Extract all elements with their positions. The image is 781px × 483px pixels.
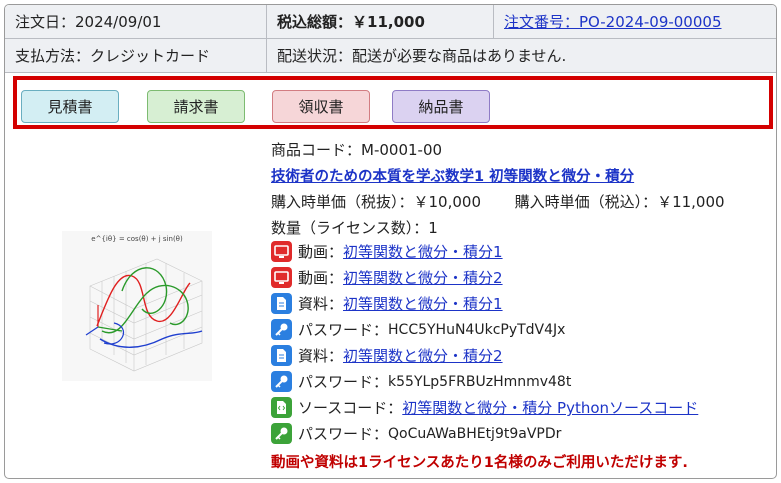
resource-label: パスワード： <box>298 373 389 391</box>
resource-item: 資料： 初等関数と微分・積分2 <box>271 345 503 366</box>
thumbnail-title: e^{iθ} = cos(θ) + j sin(θ) <box>91 235 183 243</box>
resource-item: パスワード： k55YLp5FRBUzHmnmv48t <box>271 371 571 392</box>
shipping-status: 配送状況：配送が必要な商品はありません. <box>266 39 776 72</box>
resource-item: 動画： 初等関数と微分・積分2 <box>271 267 503 288</box>
source-code-link[interactable]: 初等関数と微分・積分 Pythonソースコード <box>402 397 698 418</box>
price-including-tax: 購入時単価（税込）：￥11,000 <box>514 193 725 211</box>
resource-label: 資料： <box>298 347 344 365</box>
order-card: 注文日：2024/09/01 税込総額：￥11,000 注文番号：PO-2024… <box>4 4 777 479</box>
resource-label: 資料： <box>298 295 344 313</box>
resource-item: 資料： 初等関数と微分・積分1 <box>271 293 503 314</box>
video-icon <box>271 241 292 262</box>
resource-item: ソースコード： 初等関数と微分・積分 Pythonソースコード <box>271 397 698 418</box>
order-date: 注文日：2024/09/01 <box>15 13 162 31</box>
order-status-row: 支払方法：クレジットカード 配送状況：配送が必要な商品はありません. <box>5 39 776 73</box>
resource-item: パスワード： QoCuAWaBHEtj9t9aVPDr <box>271 423 561 444</box>
document-icon <box>271 293 292 314</box>
resource-label: 動画： <box>298 269 344 287</box>
price-excluding-tax: 購入時単価（税抜）：￥10,000 <box>271 193 481 211</box>
key-icon <box>271 423 292 444</box>
helix-plot-image <box>85 258 203 372</box>
video-icon <box>271 267 292 288</box>
resource-label: 動画： <box>298 243 344 261</box>
invoice-button[interactable]: 請求書 <box>147 90 245 123</box>
delivery-note-button[interactable]: 納品書 <box>392 90 490 123</box>
receipt-button[interactable]: 領収書 <box>272 90 370 123</box>
resource-label: パスワード： <box>298 425 389 443</box>
price-row: 購入時単価（税抜）：￥10,000 購入時単価（税込）：￥11,000 <box>271 191 725 212</box>
document-buttons-highlight: 見積書 請求書 領収書 納品書 <box>13 76 773 129</box>
source-code-icon <box>271 397 292 418</box>
order-number-link[interactable]: 注文番号：PO-2024-09-00005 <box>504 11 722 32</box>
license-quantity: 数量（ライセンス数）：1 <box>271 219 438 237</box>
order-number-cell: 注文番号：PO-2024-09-00005 <box>493 5 776 38</box>
key-icon <box>271 319 292 340</box>
product-title-link[interactable]: 技術者のための本質を学ぶ数学1 初等関数と微分・積分 <box>271 165 634 186</box>
document-icon <box>271 345 292 366</box>
resource-item: 動画： 初等関数と微分・積分1 <box>271 241 503 262</box>
product-thumbnail[interactable]: e^{iθ} = cos(θ) + j sin(θ) <box>62 231 212 381</box>
resource-item: パスワード： HCC5YHuN4UkcPyTdV4Jx <box>271 319 565 340</box>
license-notice: 動画や資料は1ライセンスあたり1名様のみご利用いただけます. <box>271 455 688 471</box>
video-link-1[interactable]: 初等関数と微分・積分1 <box>343 241 503 262</box>
resource-label: ソースコード： <box>298 399 403 417</box>
password-value-1[interactable]: HCC5YHuN4UkcPyTdV4Jx <box>388 322 565 338</box>
password-value-2[interactable]: k55YLp5FRBUzHmnmv48t <box>388 374 571 390</box>
order-summary-row: 注文日：2024/09/01 税込総額：￥11,000 注文番号：PO-2024… <box>5 5 776 39</box>
document-link-2[interactable]: 初等関数と微分・積分2 <box>343 345 503 366</box>
key-icon <box>271 371 292 392</box>
payment-method: 支払方法：クレジットカード <box>15 47 211 65</box>
order-total: 税込総額：￥11,000 <box>266 5 493 38</box>
document-link-1[interactable]: 初等関数と微分・積分1 <box>343 293 503 314</box>
password-value-3[interactable]: QoCuAWaBHEtj9t9aVPDr <box>388 426 561 442</box>
estimate-button[interactable]: 見積書 <box>21 90 119 123</box>
video-link-2[interactable]: 初等関数と微分・積分2 <box>343 267 503 288</box>
resource-label: パスワード： <box>298 321 389 339</box>
product-code: 商品コード：M-0001-00 <box>271 141 443 159</box>
